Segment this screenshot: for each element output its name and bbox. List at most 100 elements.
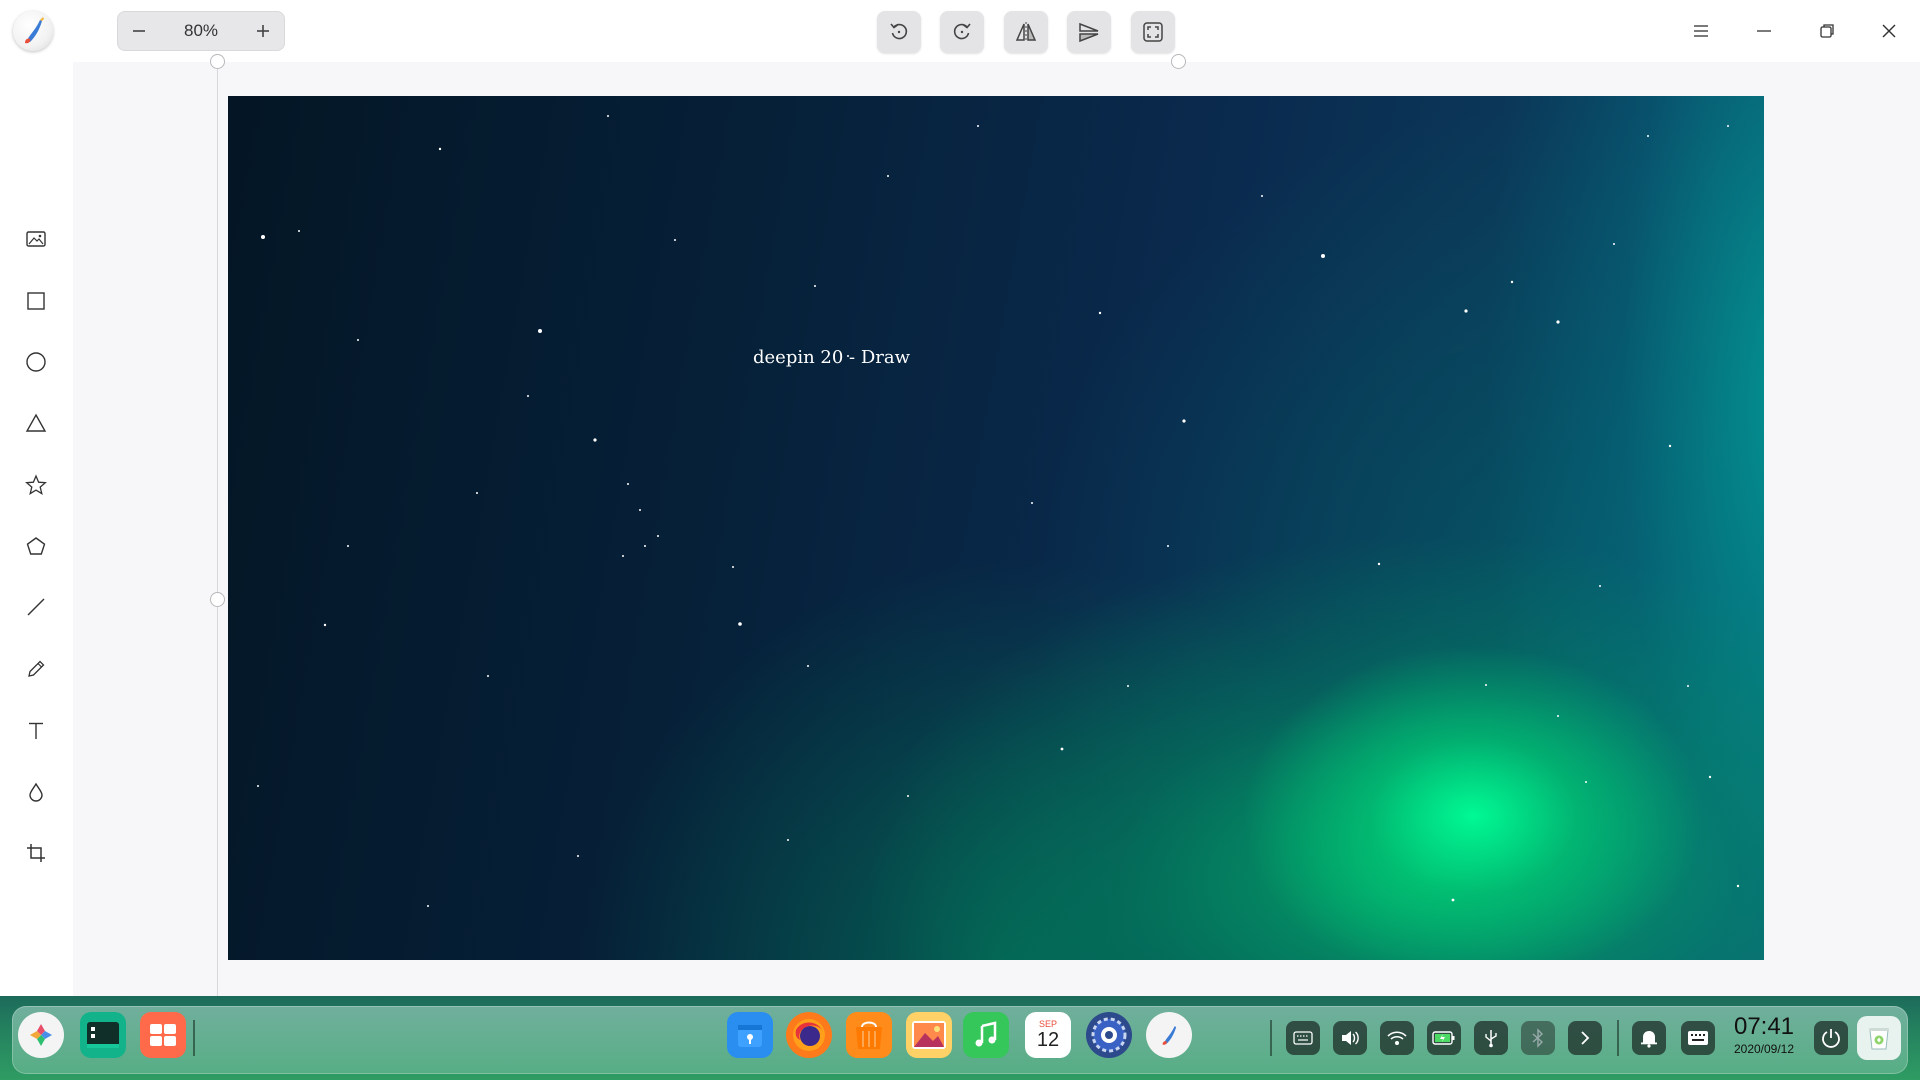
tray-notifications[interactable] — [1632, 1021, 1666, 1055]
battery-icon — [1432, 1031, 1455, 1045]
tool-crop[interactable] — [16, 833, 56, 873]
power-button[interactable] — [1814, 1021, 1848, 1055]
dock-file-manager[interactable] — [846, 1012, 892, 1058]
restore-button[interactable] — [1807, 11, 1847, 51]
dock-trash[interactable] — [1857, 1016, 1901, 1060]
bluetooth-icon — [1532, 1028, 1544, 1048]
tray-network[interactable] — [1380, 1021, 1414, 1055]
flip-horizontal-button[interactable] — [1004, 11, 1048, 53]
flip-vertical-button[interactable] — [1067, 11, 1111, 53]
tool-star[interactable] — [16, 465, 56, 505]
rotate-right-button[interactable] — [940, 11, 984, 53]
launcher-icon — [30, 1024, 52, 1046]
restore-icon — [1820, 24, 1834, 38]
tool-rectangle[interactable] — [16, 281, 56, 321]
tool-pencil[interactable] — [16, 649, 56, 689]
dock-separator — [1270, 1020, 1272, 1056]
zoom-control: 80% — [117, 11, 285, 51]
zoom-out-button[interactable] — [119, 11, 159, 51]
dock-music[interactable] — [963, 1012, 1009, 1058]
rotate-left-icon — [890, 23, 908, 40]
image-icon — [26, 231, 46, 247]
fit-window-icon — [1143, 22, 1163, 42]
tray-keyboard-layout[interactable] — [1286, 1021, 1320, 1055]
tray-volume[interactable] — [1333, 1021, 1367, 1055]
canvas-image-layer[interactable]: deepin 20 - Draw — [228, 96, 1764, 960]
zoom-in-button[interactable] — [243, 11, 283, 51]
onscreen-keyboard-icon — [1688, 1031, 1708, 1045]
close-icon — [1882, 24, 1896, 38]
app-store-icon — [738, 1025, 762, 1047]
control-center-icon — [1091, 1017, 1127, 1053]
file-manager-icon — [856, 1021, 882, 1049]
app-logo-icon[interactable] — [13, 11, 53, 51]
chevron-right-icon — [1581, 1031, 1590, 1045]
title-bar: 80% — [0, 0, 1920, 62]
keyboard-icon — [1293, 1031, 1313, 1045]
tool-text[interactable] — [16, 711, 56, 751]
dock-control-center[interactable] — [1086, 1012, 1132, 1058]
tool-import-image[interactable] — [16, 219, 56, 259]
canvas-guide-line — [217, 62, 218, 996]
terminal-icon — [87, 1022, 119, 1048]
wifi-icon — [1387, 1031, 1407, 1045]
rectangle-icon — [27, 292, 45, 310]
dock-draw[interactable] — [1146, 1012, 1192, 1058]
line-icon — [27, 598, 45, 616]
tool-blur[interactable] — [16, 772, 56, 812]
calendar-day: 12 — [1036, 1029, 1060, 1051]
minimize-icon — [1757, 30, 1771, 32]
close-button[interactable] — [1869, 11, 1909, 51]
star-icon — [25, 474, 47, 495]
tray-expand-button[interactable] — [1568, 1021, 1602, 1055]
zoom-value[interactable]: 80% — [161, 11, 241, 51]
rotate-right-icon — [953, 23, 971, 40]
selection-handle[interactable] — [210, 54, 225, 69]
fit-window-button[interactable] — [1131, 11, 1175, 53]
tool-ellipse[interactable] — [16, 342, 56, 382]
main-menu-button[interactable] — [1681, 11, 1721, 51]
volume-icon — [1342, 1031, 1359, 1045]
tray-onscreen-keyboard[interactable] — [1681, 1021, 1715, 1055]
clock-date[interactable]: 2020/09/12 — [1728, 1042, 1800, 1056]
notification-icon — [1641, 1031, 1657, 1048]
selection-handle[interactable] — [210, 592, 225, 607]
tool-polygon[interactable] — [16, 526, 56, 566]
multitasking-icon — [150, 1024, 176, 1046]
dock-separator — [193, 1020, 195, 1056]
power-icon — [1822, 1029, 1840, 1048]
firefox-icon — [793, 1019, 825, 1051]
text-icon — [29, 722, 43, 739]
dock-separator — [1617, 1020, 1619, 1056]
selection-handle[interactable] — [1171, 54, 1186, 69]
dock-panel — [12, 1006, 1908, 1074]
flip-vertical-icon — [1079, 22, 1099, 43]
tray-battery[interactable] — [1427, 1021, 1461, 1055]
minimize-button[interactable] — [1744, 11, 1784, 51]
tray-bluetooth[interactable] — [1521, 1021, 1555, 1055]
dock-app-store[interactable] — [727, 1012, 773, 1058]
minus-icon — [133, 30, 145, 32]
dock-terminal[interactable] — [80, 1012, 126, 1058]
pencil-icon — [28, 660, 45, 677]
tool-line[interactable] — [16, 587, 56, 627]
tool-triangle[interactable] — [16, 403, 56, 443]
dock-calendar[interactable]: SEP 12 — [1025, 1012, 1071, 1058]
canvas-text-object[interactable]: deepin 20 - Draw — [753, 347, 910, 368]
image-viewer-icon — [912, 1021, 946, 1049]
ellipse-icon — [26, 352, 46, 372]
plus-icon — [257, 25, 269, 37]
tray-usb[interactable] — [1474, 1021, 1508, 1055]
dock-launcher[interactable] — [18, 1012, 64, 1058]
usb-icon — [1485, 1030, 1497, 1048]
draw-icon — [1162, 1026, 1177, 1045]
calendar-month: SEP — [1038, 1019, 1057, 1029]
clock-time[interactable]: 07:41 — [1731, 1015, 1797, 1039]
drawing-toolbar — [0, 62, 73, 996]
triangle-icon — [25, 413, 47, 432]
dock-firefox[interactable] — [786, 1012, 832, 1058]
dock-multitasking[interactable] — [140, 1012, 186, 1058]
dock-image-viewer[interactable] — [906, 1012, 952, 1058]
pentagon-icon — [26, 537, 46, 555]
rotate-left-button[interactable] — [877, 11, 921, 53]
